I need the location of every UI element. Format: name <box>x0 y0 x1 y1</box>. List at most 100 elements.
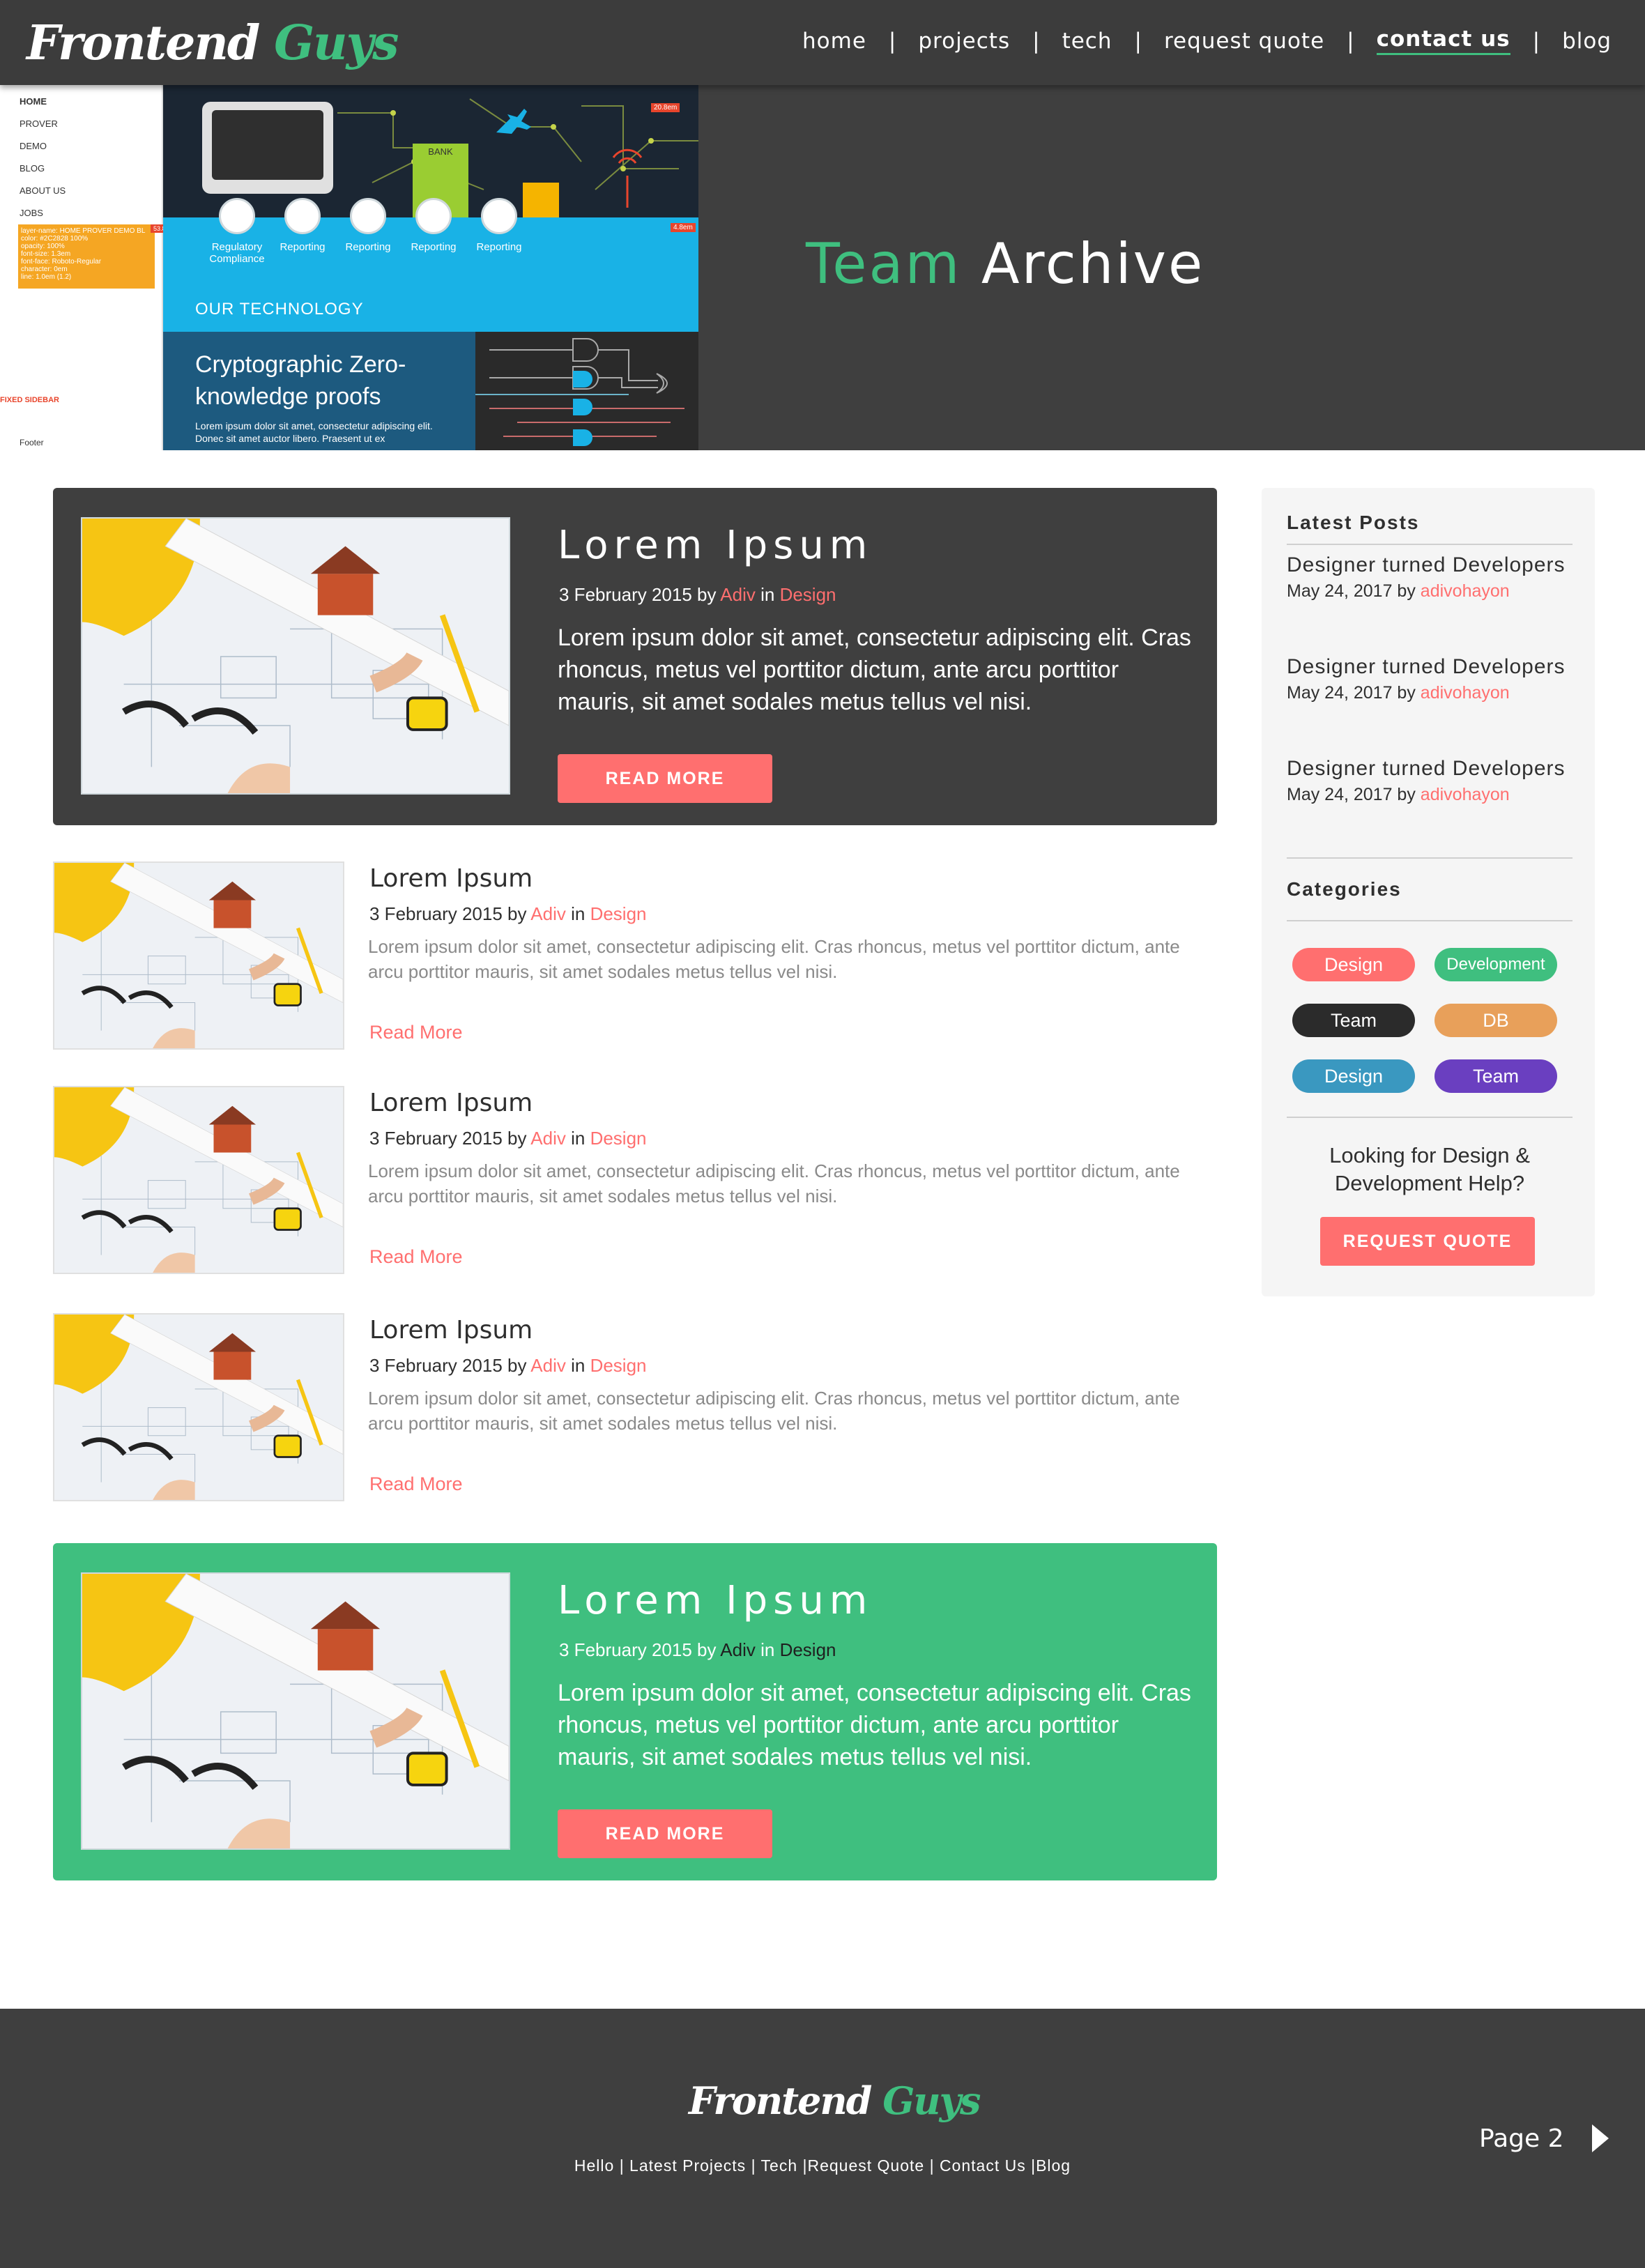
latest-post-author-link[interactable]: adivohayon <box>1421 581 1510 601</box>
reporting-label: Reporting <box>280 241 326 253</box>
spec-line: color: #2C2828 100% <box>21 235 89 243</box>
latest-post-author-link[interactable]: adivohayon <box>1421 683 1510 703</box>
latest-post-author-link[interactable]: adivohayon <box>1421 785 1510 804</box>
read-more-button[interactable]: READ MORE <box>558 754 772 803</box>
main-nav: home | projects | tech | request quote |… <box>802 26 1612 55</box>
spec-line: layer-name: HOME PROVER DEMO BL <box>21 227 146 235</box>
latest-post-title[interactable]: Designer turned Developers <box>1287 552 1573 579</box>
bar-chart-icon <box>284 198 321 234</box>
nav-request-quote[interactable]: request quote <box>1164 29 1324 54</box>
mockup-nav-item: BLOG <box>20 163 45 174</box>
logo-text-frontend: Frontend <box>26 15 260 71</box>
nav-separator: | <box>1134 28 1142 54</box>
post-thumbnail[interactable] <box>53 861 344 1050</box>
post-category-link[interactable]: Design <box>590 1355 647 1376</box>
post-meta: 3 February 2015 by Adiv in Design <box>369 1128 647 1149</box>
reporting-label: Reporting <box>411 241 457 253</box>
post-excerpt: Lorem ipsum dolor sit amet, consectetur … <box>368 936 1180 982</box>
spec-line: line: 1.0em (1.2) <box>21 273 72 281</box>
list-item: Lorem Ipsum 3 February 2015 by Adiv in D… <box>53 861 1217 1050</box>
post-thumbnail[interactable] <box>81 517 510 795</box>
post-thumbnail[interactable] <box>53 1086 344 1274</box>
spec-line: font-size: 1.3em <box>21 250 71 258</box>
post-excerpt: Lorem ipsum dolor sit amet, consectetur … <box>558 1680 1191 1770</box>
post-date: 3 February 2015 by <box>369 1128 527 1149</box>
mockup-fixed-sidebar-label: FIXED SIDEBAR <box>0 396 59 404</box>
nav-projects[interactable]: projects <box>918 29 1010 54</box>
post-in-label: in <box>760 1639 775 1660</box>
post-category-link[interactable]: Design <box>590 903 647 924</box>
post-category-link[interactable]: Design <box>780 1639 836 1660</box>
read-more-link[interactable]: Read More <box>369 1022 463 1043</box>
post-excerpt: Lorem ipsum dolor sit amet, consectetur … <box>368 1160 1180 1206</box>
logic-gates-icon <box>475 332 698 450</box>
latest-post-date: May 24, 2017 by <box>1287 581 1416 601</box>
mockup-nav-item: JOBS <box>20 208 43 218</box>
mockup-crypto-text: Lorem ipsum dolor sit amet, consectetur … <box>195 420 433 444</box>
latest-post-item[interactable]: Designer turned Developers May 24, 2017 … <box>1287 654 1573 703</box>
blueprint-photo-icon <box>82 1574 509 1848</box>
post-author-link[interactable]: Adiv <box>720 1639 756 1660</box>
monitor-icon <box>202 102 333 194</box>
latest-post-title[interactable]: Designer turned Developers <box>1287 654 1573 680</box>
site-logo[interactable]: Frontend Guys <box>26 10 399 77</box>
post-title[interactable]: Lorem Ipsum <box>369 1089 533 1117</box>
featured-post-title[interactable]: Lorem Ipsum <box>558 523 873 568</box>
post-in-label: in <box>571 1128 586 1149</box>
read-more-link[interactable]: Read More <box>369 1473 463 1495</box>
read-more-button[interactable]: READ MORE <box>558 1809 772 1858</box>
category-pill-db[interactable]: DB <box>1434 1004 1557 1037</box>
list-item: Lorem Ipsum 3 February 2015 by Adiv in D… <box>53 1086 1217 1274</box>
category-pill-team[interactable]: Team <box>1292 1004 1415 1037</box>
post-excerpt: Lorem ipsum dolor sit amet, consectetur … <box>558 625 1191 715</box>
divider <box>1287 1117 1573 1118</box>
post-meta: 3 February 2015 by Adiv in Design <box>559 584 836 606</box>
post-in-label: in <box>571 1355 586 1376</box>
mockup-nav-item: ABOUT US <box>20 185 66 196</box>
category-pill-design[interactable]: Design <box>1292 1059 1415 1093</box>
post-title[interactable]: Lorem Ipsum <box>369 864 533 893</box>
mockup-screenshot: BANK 20.8em 4.8em OUR TECHNOLOGY Regulat… <box>163 85 698 450</box>
post-category-link[interactable]: Design <box>590 1128 647 1149</box>
hero-banner: HOME PROVER DEMO BLOG ABOUT US JOBS laye… <box>0 85 1645 450</box>
post-thumbnail[interactable] <box>81 1572 510 1850</box>
post-thumbnail[interactable] <box>53 1313 344 1501</box>
nav-tech[interactable]: tech <box>1062 29 1112 54</box>
category-pill-design[interactable]: Design <box>1292 948 1415 981</box>
footer-links[interactable]: Hello | Latest Projects | Tech |Request … <box>0 2156 1645 2175</box>
nav-blog[interactable]: blog <box>1562 29 1612 54</box>
next-page-arrow-icon[interactable] <box>1592 2124 1609 2152</box>
post-date: 3 February 2015 by <box>559 584 717 605</box>
post-author-link[interactable]: Adiv <box>530 1128 566 1149</box>
reporting-label: Reporting <box>476 241 522 253</box>
post-title[interactable]: Lorem Ipsum <box>369 1316 533 1344</box>
request-quote-button[interactable]: REQUEST QUOTE <box>1320 1217 1535 1266</box>
latest-post-title[interactable]: Designer turned Developers <box>1287 756 1573 782</box>
nav-home[interactable]: home <box>802 29 866 54</box>
post-author-link[interactable]: Adiv <box>530 1355 566 1376</box>
featured-post-title[interactable]: Lorem Ipsum <box>558 1578 873 1623</box>
post-category-link[interactable]: Design <box>780 584 836 605</box>
divider <box>1287 857 1573 859</box>
post-meta: 3 February 2015 by Adiv in Design <box>369 1355 647 1377</box>
post-in-label: in <box>760 584 775 605</box>
read-more-link[interactable]: Read More <box>369 1246 463 1268</box>
blueprint-photo-icon <box>82 519 509 793</box>
reporting-label: Reporting <box>345 241 391 253</box>
post-author-link[interactable]: Adiv <box>530 903 566 924</box>
post-author-link[interactable]: Adiv <box>720 584 756 605</box>
latest-post-item[interactable]: Designer turned Developers May 24, 2017 … <box>1287 756 1573 805</box>
reporting-badge: Reporting <box>466 198 533 253</box>
category-pill-team[interactable]: Team <box>1434 1059 1557 1093</box>
nav-separator: | <box>1032 28 1040 54</box>
nav-contact-us[interactable]: contact us <box>1376 26 1510 55</box>
page-title-archive: Archive <box>981 231 1205 296</box>
post-in-label: in <box>571 903 586 924</box>
category-pill-development[interactable]: Development <box>1434 948 1557 981</box>
latest-post-item[interactable]: Designer turned Developers May 24, 2017 … <box>1287 552 1573 602</box>
post-date: 3 February 2015 by <box>369 1355 527 1376</box>
spec-line: opacity: 100% <box>21 243 65 250</box>
latest-post-meta: May 24, 2017 by adivohayon <box>1287 785 1573 805</box>
footer-logo[interactable]: Frontend Guys <box>689 2078 981 2123</box>
latest-post-date: May 24, 2017 by <box>1287 683 1416 703</box>
